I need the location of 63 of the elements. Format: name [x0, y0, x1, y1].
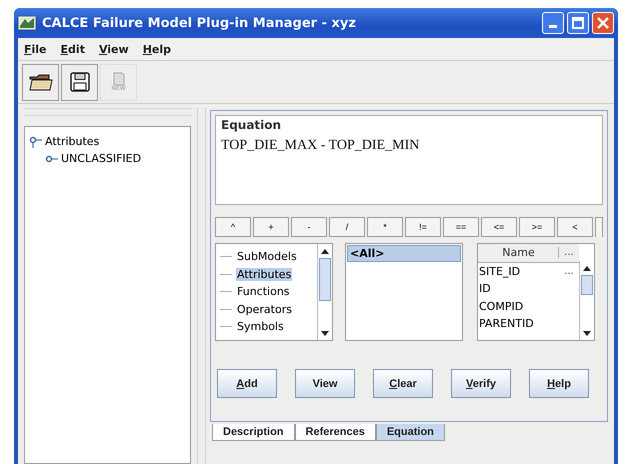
tab[interactable]: Description: [212, 424, 295, 441]
table-cell-text: ...: [563, 266, 575, 277]
action-button[interactable]: Add: [217, 369, 277, 398]
operator-button[interactable]: <: [557, 217, 593, 237]
menu-item[interactable]: Help: [142, 42, 172, 56]
tab[interactable]: References: [294, 424, 376, 441]
operator-button[interactable]: <=: [481, 217, 517, 237]
table-cell-text: ID: [478, 282, 492, 296]
menu-item[interactable]: Edit: [60, 42, 85, 56]
expanded-node-icon[interactable]: [29, 136, 43, 148]
maximize-button[interactable]: [567, 12, 589, 34]
scrollbar-thumb[interactable]: [319, 258, 331, 301]
splitter-grip[interactable]: [24, 108, 191, 116]
scrollbar[interactable]: [317, 244, 332, 340]
list-item[interactable]: SubModels: [236, 250, 298, 264]
operator-button[interactable]: ^: [215, 217, 251, 237]
operator-button[interactable]: [595, 217, 603, 237]
list-item[interactable]: Attributes: [236, 268, 292, 281]
operator-button[interactable]: +: [253, 217, 289, 237]
group-title: Equation: [221, 118, 282, 132]
operator-button[interactable]: !=: [405, 217, 441, 237]
table-cell-text: PARENTID: [478, 317, 535, 330]
equation-field[interactable]: TOP_DIE_MAX - TOP_DIE_MIN: [221, 138, 597, 154]
menu-item[interactable]: View: [98, 42, 129, 56]
action-button[interactable]: Help: [529, 369, 589, 398]
minimize-button[interactable]: [542, 12, 564, 34]
up-arrow-icon: [321, 248, 329, 254]
operator-button[interactable]: *: [367, 217, 403, 237]
minimize-icon: [549, 24, 557, 28]
down-arrow-icon: [321, 330, 329, 336]
scrollbar[interactable]: [579, 261, 594, 340]
operator-button[interactable]: -: [291, 217, 327, 237]
tree-item[interactable]: UNCLASSIFIED: [61, 152, 142, 165]
action-button[interactable]: Clear: [373, 369, 433, 398]
maximize-icon: [572, 17, 584, 29]
folder-icon: [28, 73, 52, 91]
table-cell-text: COMPID: [478, 300, 524, 313]
column-header[interactable]: ...: [558, 247, 579, 258]
operator-button[interactable]: >=: [519, 217, 555, 237]
list-item[interactable]: Symbols: [236, 320, 285, 334]
table-cell-text: SITE_ID: [478, 264, 522, 278]
window-title: CALCE Failure Model Plug-in Manager - xyz: [42, 16, 357, 30]
save-button[interactable]: [61, 64, 98, 100]
close-icon: [597, 17, 609, 29]
action-button[interactable]: View: [295, 369, 355, 398]
save-icon: [70, 72, 90, 92]
up-arrow-icon: [583, 266, 591, 270]
document-icon: [112, 72, 126, 86]
tree-item[interactable]: Attributes: [45, 135, 100, 148]
menu-item[interactable]: File: [24, 42, 47, 56]
operator-button[interactable]: ==: [443, 217, 479, 237]
list-item[interactable]: Functions: [236, 285, 291, 298]
action-button[interactable]: Verify: [451, 369, 511, 398]
tab[interactable]: Equation: [376, 424, 445, 441]
scrollbar-thumb[interactable]: [581, 275, 593, 295]
operator-button[interactable]: /: [329, 217, 365, 237]
close-button[interactable]: [592, 12, 614, 34]
list-item[interactable]: Operators: [236, 302, 293, 316]
app-icon: [18, 16, 36, 30]
down-arrow-icon: [583, 330, 591, 336]
list-item[interactable]: <All>: [347, 245, 461, 262]
open-button[interactable]: [22, 64, 59, 100]
column-header[interactable]: Name: [478, 246, 558, 260]
